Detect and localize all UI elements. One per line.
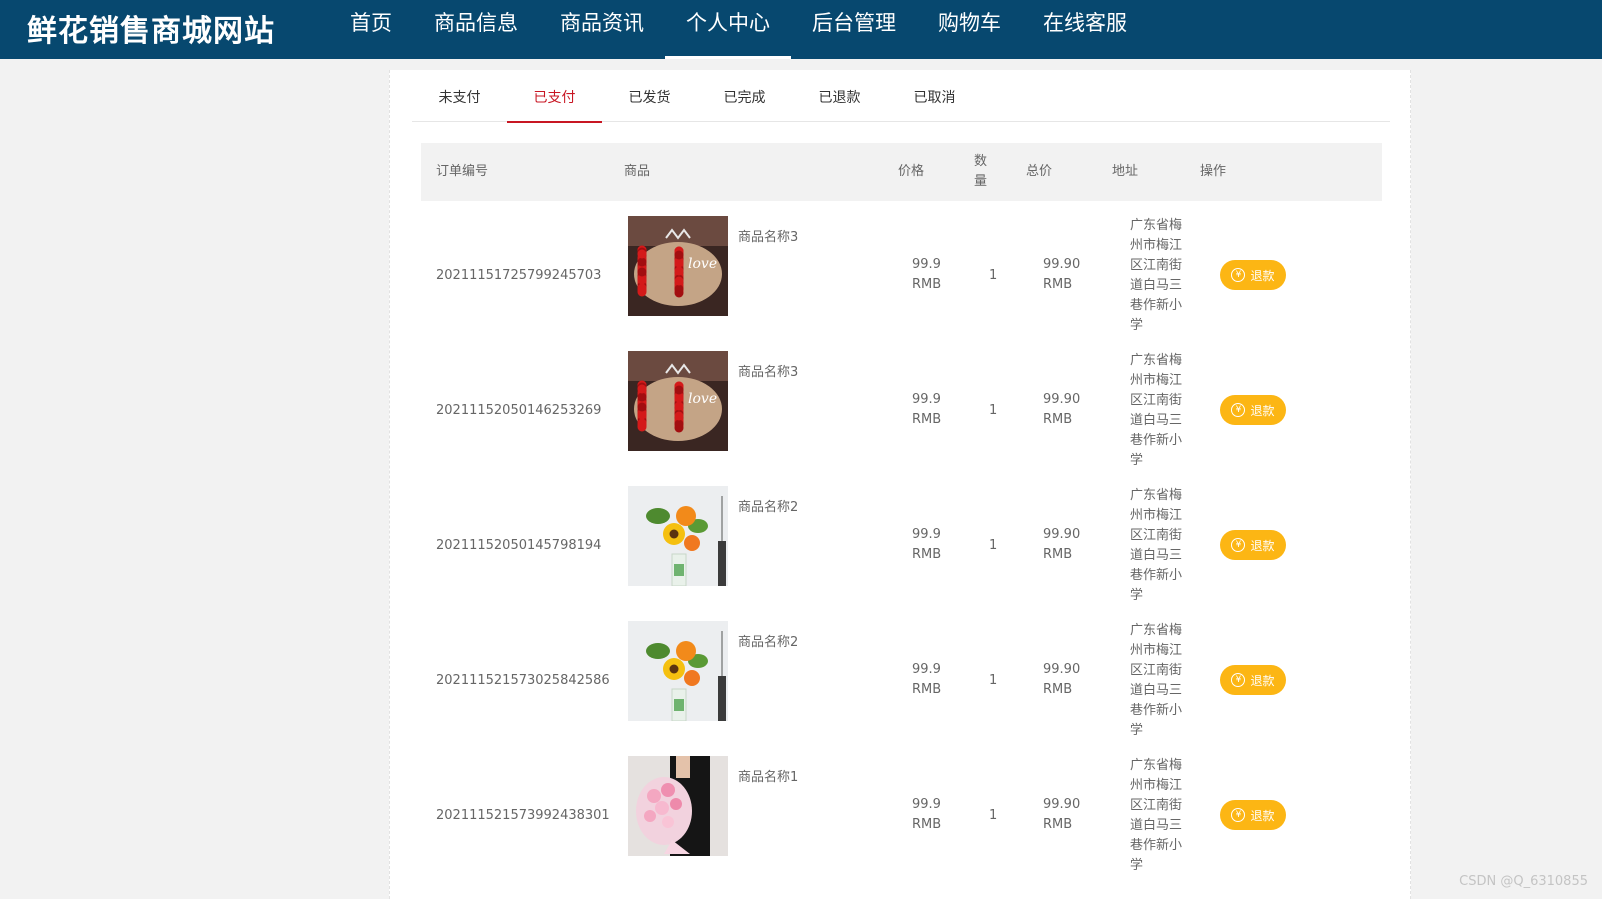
quantity: 1 <box>989 267 998 283</box>
header-goods: 商品 <box>624 164 651 179</box>
site-title[interactable]: 鲜花销售商城网站 <box>27 6 275 50</box>
header-action: 操作 <box>1200 164 1227 179</box>
nav-item-1[interactable]: 商品信息 <box>413 0 539 59</box>
tab-5[interactable]: 已取消 <box>887 86 982 122</box>
quantity: 1 <box>989 672 998 688</box>
product-name[interactable]: 商品名称3 <box>738 226 798 245</box>
main-nav: 首页 商品信息 商品资讯 个人中心 后台管理 购物车 在线客服 <box>329 0 1148 59</box>
total-price: 99.90 RMB <box>1043 392 1081 427</box>
product-name[interactable]: 商品名称1 <box>738 766 798 785</box>
unit-price: 99.9 RMB <box>912 257 942 292</box>
total-price: 99.90 RMB <box>1043 797 1081 832</box>
product-thumbnail[interactable] <box>628 621 728 721</box>
table-row: 202111521573992438301 商品名称1 99.9 RMB 1 9… <box>421 746 1382 884</box>
yen-icon: ¥ <box>1231 268 1246 282</box>
yen-icon: ¥ <box>1231 538 1246 552</box>
svg-text:love: love <box>688 256 717 272</box>
order-panel: 未支付 已支付 已发货 已完成 已退款 已取消 订单编号 商品 价格 数量 总价 地址 操… <box>389 70 1411 899</box>
refund-label: 退款 <box>1250 808 1275 823</box>
tab-4[interactable]: 已退款 <box>792 86 887 122</box>
header-address: 地址 <box>1112 164 1139 179</box>
product-name[interactable]: 商品名称3 <box>738 361 798 380</box>
table-row: 20211152050146253269 love 商品名称3 99.9 RMB… <box>421 341 1382 479</box>
total-price: 99.90 RMB <box>1043 257 1081 292</box>
yen-icon: ¥ <box>1231 808 1246 822</box>
product-thumbnail[interactable] <box>628 756 728 856</box>
order-status-tabs: 未支付 已支付 已发货 已完成 已退款 已取消 <box>412 86 1390 123</box>
quantity: 1 <box>989 807 998 823</box>
product-thumbnail[interactable] <box>628 486 728 586</box>
header-qty: 数量 <box>974 154 988 189</box>
refund-button[interactable]: ¥ 退款 <box>1220 395 1286 425</box>
nav-item-6[interactable]: 在线客服 <box>1022 0 1148 59</box>
unit-price: 99.9 RMB <box>912 797 942 832</box>
shipping-address: 广东省梅州市梅江区江南街道白马三巷作新小学 <box>1130 758 1183 873</box>
refund-button[interactable]: ¥ 退款 <box>1220 530 1286 560</box>
order-number: 202111521573025842586 <box>436 672 610 688</box>
refund-label: 退款 <box>1250 403 1275 418</box>
table-row: 202111521573025842586 商品名称2 99.9 RMB 1 9… <box>421 611 1382 749</box>
tab-0[interactable]: 未支付 <box>412 86 507 122</box>
quantity: 1 <box>989 402 998 418</box>
yen-icon: ¥ <box>1231 673 1246 687</box>
nav-item-4[interactable]: 后台管理 <box>791 0 917 59</box>
watermark: CSDN @Q_6310855 <box>1459 874 1588 889</box>
shipping-address: 广东省梅州市梅江区江南街道白马三巷作新小学 <box>1130 353 1183 468</box>
nav-item-2[interactable]: 商品资讯 <box>539 0 665 59</box>
product-thumbnail[interactable]: love <box>628 216 728 316</box>
refund-label: 退款 <box>1250 268 1275 283</box>
refund-button[interactable]: ¥ 退款 <box>1220 665 1286 695</box>
product-name[interactable]: 商品名称2 <box>738 496 798 515</box>
refund-button[interactable]: ¥ 退款 <box>1220 800 1286 830</box>
yen-icon: ¥ <box>1231 403 1246 417</box>
total-price: 99.90 RMB <box>1043 527 1081 562</box>
order-number: 202111521573992438301 <box>436 807 610 823</box>
svg-text:love: love <box>688 391 717 407</box>
order-number: 20211151725799245703 <box>436 267 602 283</box>
nav-item-5[interactable]: 购物车 <box>917 0 1022 59</box>
unit-price: 99.9 RMB <box>912 527 942 562</box>
tab-3[interactable]: 已完成 <box>697 86 792 122</box>
tab-2[interactable]: 已发货 <box>602 86 697 122</box>
order-number: 20211152050145798194 <box>436 537 602 553</box>
order-number: 20211152050146253269 <box>436 402 602 418</box>
shipping-address: 广东省梅州市梅江区江南街道白马三巷作新小学 <box>1130 488 1183 603</box>
shipping-address: 广东省梅州市梅江区江南街道白马三巷作新小学 <box>1130 218 1183 333</box>
refund-button[interactable]: ¥ 退款 <box>1220 260 1286 290</box>
nav-item-0[interactable]: 首页 <box>329 0 413 59</box>
quantity: 1 <box>989 537 998 553</box>
table-header: 订单编号 商品 价格 数量 总价 地址 操作 <box>421 143 1382 201</box>
header-price: 价格 <box>898 164 925 179</box>
table-row: 20211152050145798194 商品名称2 99.9 RMB 1 99… <box>421 476 1382 614</box>
unit-price: 99.9 RMB <box>912 392 942 427</box>
table-row: 20211151725799245703 love 商品名称3 99.9 RMB… <box>421 206 1382 344</box>
top-navbar: 鲜花销售商城网站 首页 商品信息 商品资讯 个人中心 后台管理 购物车 在线客服 <box>0 0 1602 59</box>
product-name[interactable]: 商品名称2 <box>738 631 798 650</box>
tab-1[interactable]: 已支付 <box>507 86 602 123</box>
shipping-address: 广东省梅州市梅江区江南街道白马三巷作新小学 <box>1130 623 1183 738</box>
nav-item-3[interactable]: 个人中心 <box>665 0 791 59</box>
total-price: 99.90 RMB <box>1043 662 1081 697</box>
product-thumbnail[interactable]: love <box>628 351 728 451</box>
refund-label: 退款 <box>1250 673 1275 688</box>
header-order-no: 订单编号 <box>436 164 489 179</box>
refund-label: 退款 <box>1250 538 1275 553</box>
unit-price: 99.9 RMB <box>912 662 942 697</box>
header-total: 总价 <box>1026 164 1053 179</box>
